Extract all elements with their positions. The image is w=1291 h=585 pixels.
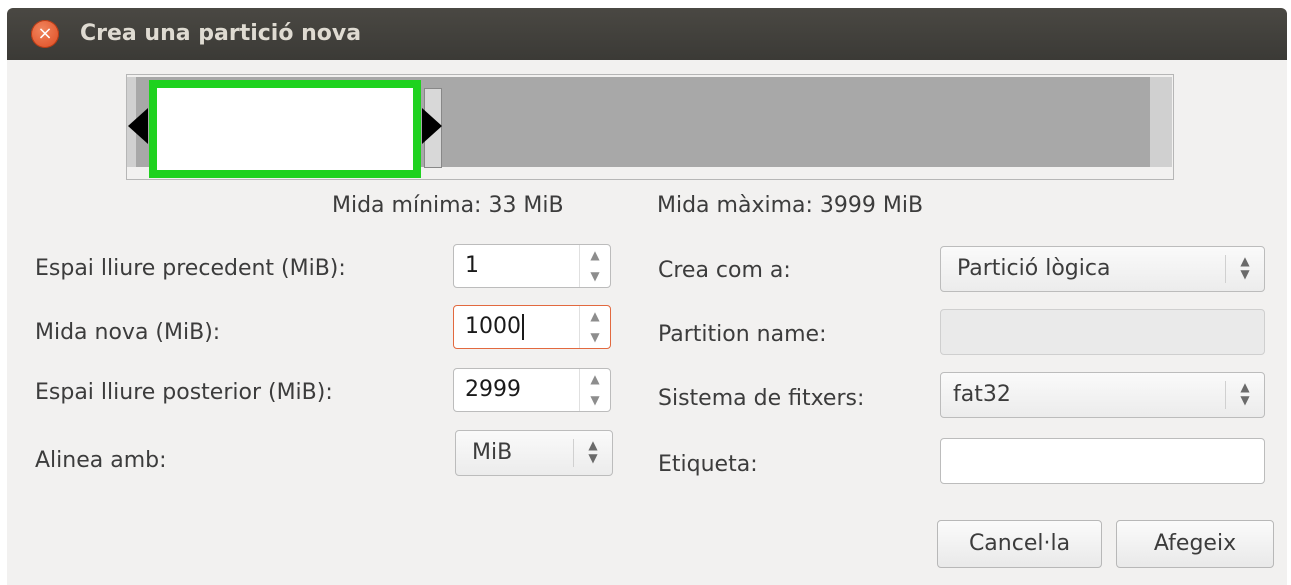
spin-arrows: ▲ ▼: [579, 245, 610, 287]
spin-up-icon[interactable]: ▲: [580, 306, 610, 327]
create-as-combobox[interactable]: Partició lògica ▲ ▼: [940, 246, 1265, 292]
free-after-spinbox[interactable]: 2999 ▲ ▼: [453, 368, 611, 412]
cancel-button[interactable]: Cancel·la: [937, 520, 1102, 568]
filesystem-combobox[interactable]: fat32 ▲ ▼: [940, 372, 1265, 418]
resize-right-handle-icon[interactable]: [422, 108, 442, 144]
spin-up-icon[interactable]: ▲: [580, 369, 610, 390]
tag-field[interactable]: [940, 438, 1265, 484]
resize-left-handle-icon[interactable]: [128, 108, 148, 144]
combo-down-icon: ▼: [588, 451, 598, 465]
combo-arrows: ▲ ▼: [1225, 255, 1264, 283]
partition-bar-right-gap: [1150, 77, 1172, 167]
free-before-label: Espai lliure precedent (MiB):: [35, 256, 346, 281]
combo-arrows: ▲ ▼: [1225, 381, 1264, 409]
dialog-title: Crea una partició nova: [80, 21, 362, 46]
free-after-label: Espai lliure posterior (MiB):: [35, 380, 333, 405]
spin-arrows: ▲ ▼: [579, 306, 610, 348]
new-size-value-wrap[interactable]: 1000: [465, 306, 524, 348]
free-before-spinbox[interactable]: 1 ▲ ▼: [453, 244, 611, 288]
new-size-spinbox[interactable]: 1000 ▲ ▼: [453, 305, 611, 349]
filesystem-label: Sistema de fitxers:: [658, 386, 865, 411]
minimum-size-label: Mida mínima: 33 MiB: [332, 193, 564, 218]
combo-down-icon: ▼: [1240, 267, 1250, 281]
combo-down-icon: ▼: [1240, 393, 1250, 407]
align-combobox[interactable]: MiB ▲ ▼: [455, 430, 613, 476]
create-as-label: Crea com a:: [658, 258, 791, 283]
spin-down-icon[interactable]: ▼: [580, 266, 610, 287]
maximum-size-label: Mida màxima: 3999 MiB: [657, 193, 924, 218]
create-as-value: Partició lògica: [957, 256, 1111, 281]
tag-label: Etiqueta:: [658, 452, 758, 477]
partition-name-field: [940, 309, 1265, 355]
free-after-value[interactable]: 2999: [465, 369, 521, 411]
align-label: Alinea amb:: [35, 448, 167, 473]
combo-arrows: ▲ ▼: [573, 439, 612, 467]
spin-down-icon[interactable]: ▼: [580, 327, 610, 348]
new-partition-block[interactable]: [149, 80, 421, 178]
filesystem-value: fat32: [953, 382, 1011, 407]
add-button[interactable]: Afegeix: [1116, 520, 1274, 568]
partition-name-label: Partition name:: [658, 322, 827, 347]
title-bar: × Crea una partició nova: [7, 8, 1287, 60]
text-cursor: [522, 314, 524, 340]
spin-up-icon[interactable]: ▲: [580, 245, 610, 266]
new-size-value[interactable]: 1000: [465, 314, 521, 339]
free-before-value[interactable]: 1: [465, 245, 479, 287]
new-size-label: Mida nova (MiB):: [35, 320, 221, 345]
spin-arrows: ▲ ▼: [579, 369, 610, 411]
close-icon[interactable]: ×: [31, 20, 59, 48]
spin-down-icon[interactable]: ▼: [580, 390, 610, 411]
align-value: MiB: [472, 440, 513, 465]
dialog-window: × Crea una partició nova Mida mínima: 33…: [0, 0, 1291, 585]
